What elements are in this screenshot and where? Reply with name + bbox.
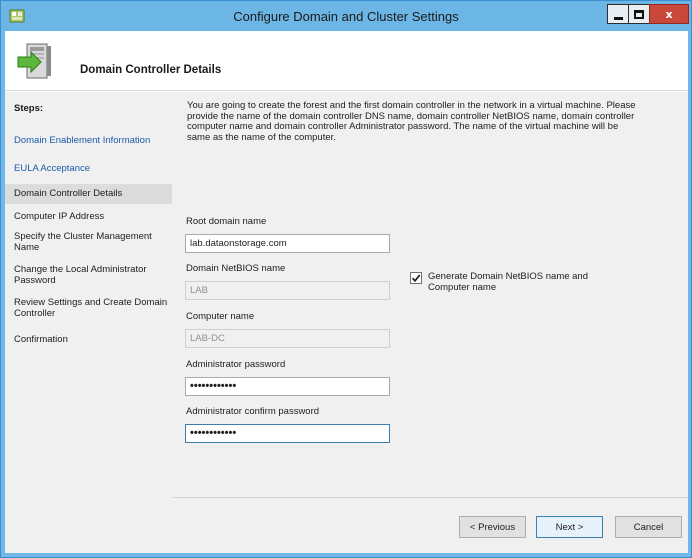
dialog-window: Configure Domain and Cluster Settings x … — [0, 0, 692, 558]
step-domain-enablement[interactable]: Domain Enablement Information — [5, 135, 172, 146]
maximize-button[interactable] — [628, 4, 650, 24]
previous-button[interactable]: < Previous — [459, 516, 526, 538]
step-confirmation: Confirmation — [14, 334, 68, 345]
main-pane: You are going to create the forest and t… — [172, 92, 688, 497]
generate-names-checkbox[interactable] — [410, 272, 422, 284]
step-local-admin-password: Change the Local Administrator Password — [14, 264, 147, 286]
computer-name-label: Computer name — [186, 311, 255, 322]
minimize-icon — [613, 16, 623, 20]
admin-confirm-label: Administrator confirm password — [186, 406, 320, 417]
step-review-settings: Review Settings and Create Domain Contro… — [14, 297, 168, 319]
netbios-input: LAB — [185, 281, 390, 300]
checkmark-icon — [411, 274, 421, 283]
netbios-label: Domain NetBIOS name — [186, 263, 286, 274]
client-area: Domain Controller Details Steps: Domain … — [5, 31, 688, 553]
close-button[interactable]: x — [649, 4, 689, 24]
admin-password-label: Administrator password — [186, 359, 286, 370]
computer-name-input: LAB-DC — [185, 329, 390, 348]
root-domain-label: Root domain name — [186, 216, 267, 227]
next-button[interactable]: Next > — [536, 516, 603, 538]
minimize-button[interactable] — [607, 4, 629, 24]
close-icon: x — [665, 7, 673, 21]
generate-names-label: Generate Domain NetBIOS name and Compute… — [428, 271, 589, 293]
wizard-footer: < Previous Next > Cancel — [172, 497, 688, 553]
root-domain-input[interactable]: lab.dataonstorage.com — [185, 234, 390, 253]
wizard-header: Domain Controller Details — [5, 31, 688, 91]
step-domain-controller-details: Domain Controller Details — [5, 184, 172, 204]
steps-label: Steps: — [14, 103, 44, 114]
page-title: Domain Controller Details — [80, 64, 222, 76]
step-computer-ip-address: Computer IP Address — [14, 211, 105, 222]
maximize-icon — [634, 9, 644, 19]
steps-sidebar: Steps: Domain Enablement Information EUL… — [5, 92, 172, 553]
admin-confirm-input[interactable]: •••••••••••• — [185, 424, 390, 443]
step-eula-acceptance[interactable]: EULA Acceptance — [5, 163, 172, 174]
window-title: Configure Domain and Cluster Settings — [233, 9, 459, 24]
intro-text: You are going to create the forest and t… — [187, 100, 636, 143]
cancel-button[interactable]: Cancel — [615, 516, 682, 538]
admin-password-input[interactable]: •••••••••••• — [185, 377, 390, 396]
title-bar[interactable]: Configure Domain and Cluster Settings x — [1, 1, 691, 31]
server-arrow-icon — [17, 43, 51, 79]
step-cluster-management-name: Specify the Cluster Management Name — [14, 231, 152, 253]
